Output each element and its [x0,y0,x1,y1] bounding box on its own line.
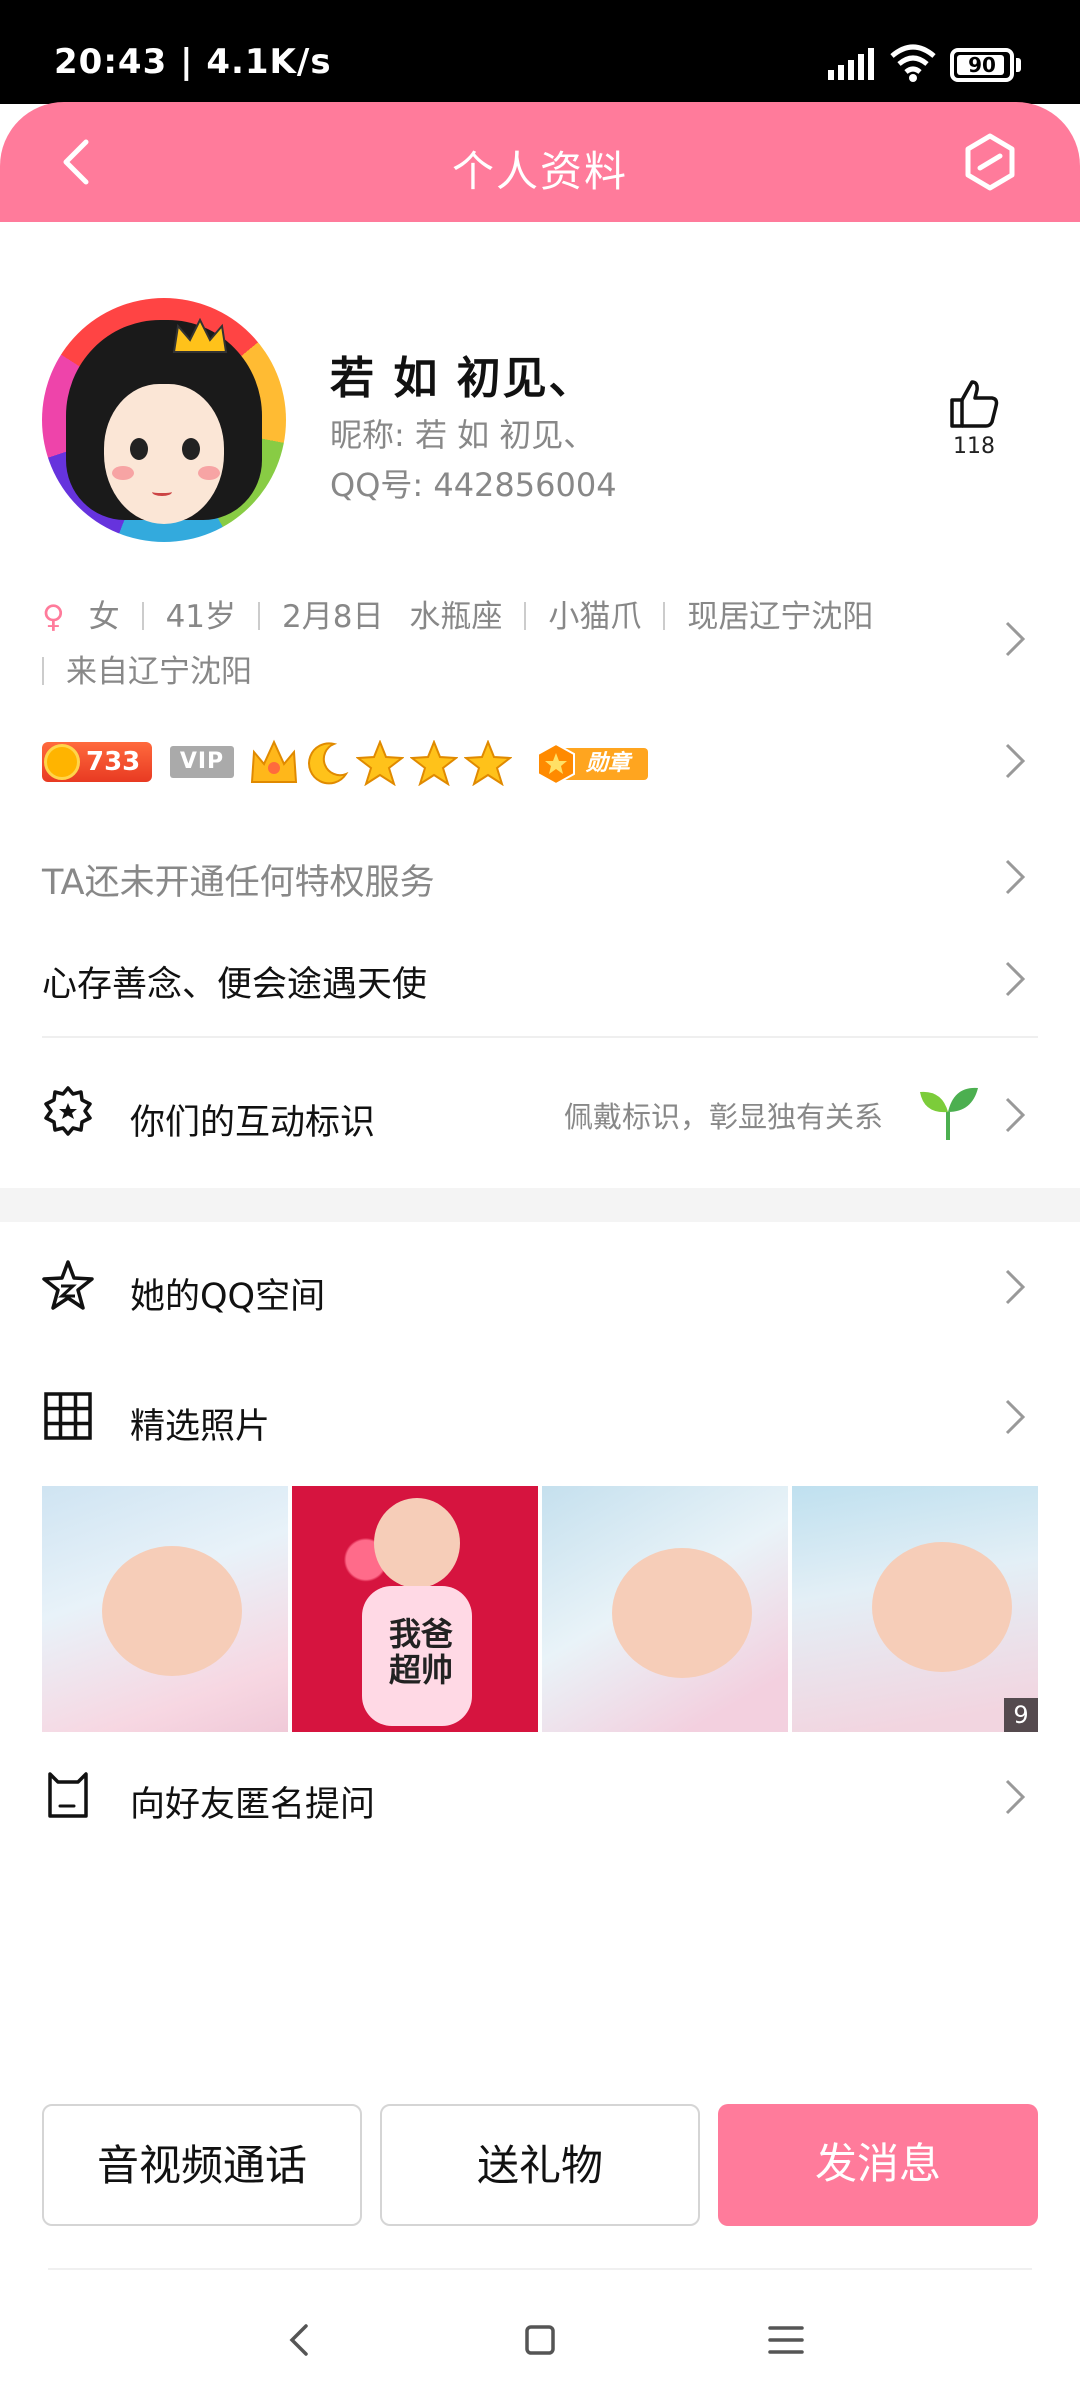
nav-divider [48,2268,1032,2270]
battery-icon: 90 [950,48,1014,82]
qzone-label: 她的QQ空间 [130,1277,326,1317]
interaction-label: 你们的互动标识 [130,1103,376,1143]
profile-nickname: 昵称: 若 如 初见、 [330,416,596,454]
anonymous-label: 向好友匿名提问 [130,1785,376,1825]
header-bar: 个人资料 [0,102,1080,222]
gender-text: 女 [88,599,120,635]
chevron-right-icon [1005,1779,1026,1815]
tag-text: 小猫爪 [548,599,642,635]
profile-name: 若 如 初见、 [330,353,595,404]
moon-level-icon [308,742,349,785]
star-level-icon [464,740,512,786]
star-level-icon [356,740,404,786]
nav-menu-icon[interactable] [758,2312,814,2368]
privilege-text[interactable]: TA还未开通任何特权服务 [42,854,435,905]
photo-grid: 我爸超帅 9 [42,1486,1038,1732]
photo-thumbnail[interactable]: 9 [792,1486,1038,1732]
signature-text[interactable]: 心存善念、便会途遇天使 [42,956,427,1007]
medal-badge: 勋章 [534,742,650,786]
avatar[interactable] [42,298,286,542]
chevron-right-icon [1005,1269,1026,1305]
send-gift-button[interactable]: 送礼物 [380,2104,700,2226]
photo-thumbnail[interactable] [42,1486,288,1732]
send-message-button[interactable]: 发消息 [718,2104,1038,2226]
chevron-right-icon [1005,1399,1026,1435]
thumbs-up-icon[interactable] [944,374,1004,434]
section-separator [0,1188,1080,1222]
hometown-text: 来自辽宁沈阳 [66,654,252,690]
chevron-right-icon [1005,1097,1026,1133]
onesie-text: 我爸超帅 [388,1615,453,1689]
like-count: 118 [953,434,995,459]
nav-home-icon[interactable] [512,2312,568,2368]
level-badge: 733 [42,742,152,782]
nav-back-icon[interactable] [272,2312,328,2368]
chevron-right-icon [1005,859,1026,895]
location-text: 现居辽宁沈阳 [687,599,874,635]
age-text: 41岁 [165,599,237,635]
battery-level: 90 [968,53,996,77]
zodiac-text: 水瓶座 [409,599,503,635]
chevron-right-icon [1005,961,1026,997]
status-bar: 20:43 | 4.1K/s 90 [0,0,1080,104]
star-level-icon [410,740,458,786]
divider [42,1036,1038,1038]
female-icon: ♀ [42,599,65,635]
status-time: 20:43 | 4.1K/s [54,42,332,82]
wifi-icon [890,44,936,82]
video-call-button[interactable]: 音视频通话 [42,2104,362,2226]
birthday-text: 2月8日 [282,599,384,635]
chevron-right-icon [1005,621,1026,657]
profile-info[interactable]: ♀ 女 41岁 2月8日 水瓶座 小猫爪 现居辽宁沈阳 来自辽宁沈阳 [42,590,1002,700]
vip-badge: VIP [170,746,234,778]
chevron-right-icon [1005,743,1026,779]
sprout-icon [920,1087,978,1140]
photos-label: 精选照片 [130,1407,271,1447]
grid-icon [44,1392,92,1440]
profile-qq-number: QQ号: 442856004 [330,466,617,504]
badges-row[interactable]: 733 VIP 勋章 [42,738,682,790]
coin-icon [44,744,80,780]
star-outline-icon [42,1260,94,1310]
interaction-hint: 佩戴标识，彰显独有关系 [564,1100,884,1134]
badge-gear-icon [44,1086,92,1136]
photo-count-badge: 9 [1004,1698,1038,1732]
cat-box-icon [48,1772,88,1818]
crown-level-icon [250,739,298,783]
photo-thumbnail[interactable] [542,1486,788,1732]
page-title: 个人资料 [451,147,628,196]
medal-icon [537,742,575,786]
crown-icon [172,317,228,353]
more-options-icon[interactable] [958,130,1022,194]
photo-thumbnail[interactable]: 我爸超帅 [292,1486,538,1732]
signal-icon [828,48,874,80]
